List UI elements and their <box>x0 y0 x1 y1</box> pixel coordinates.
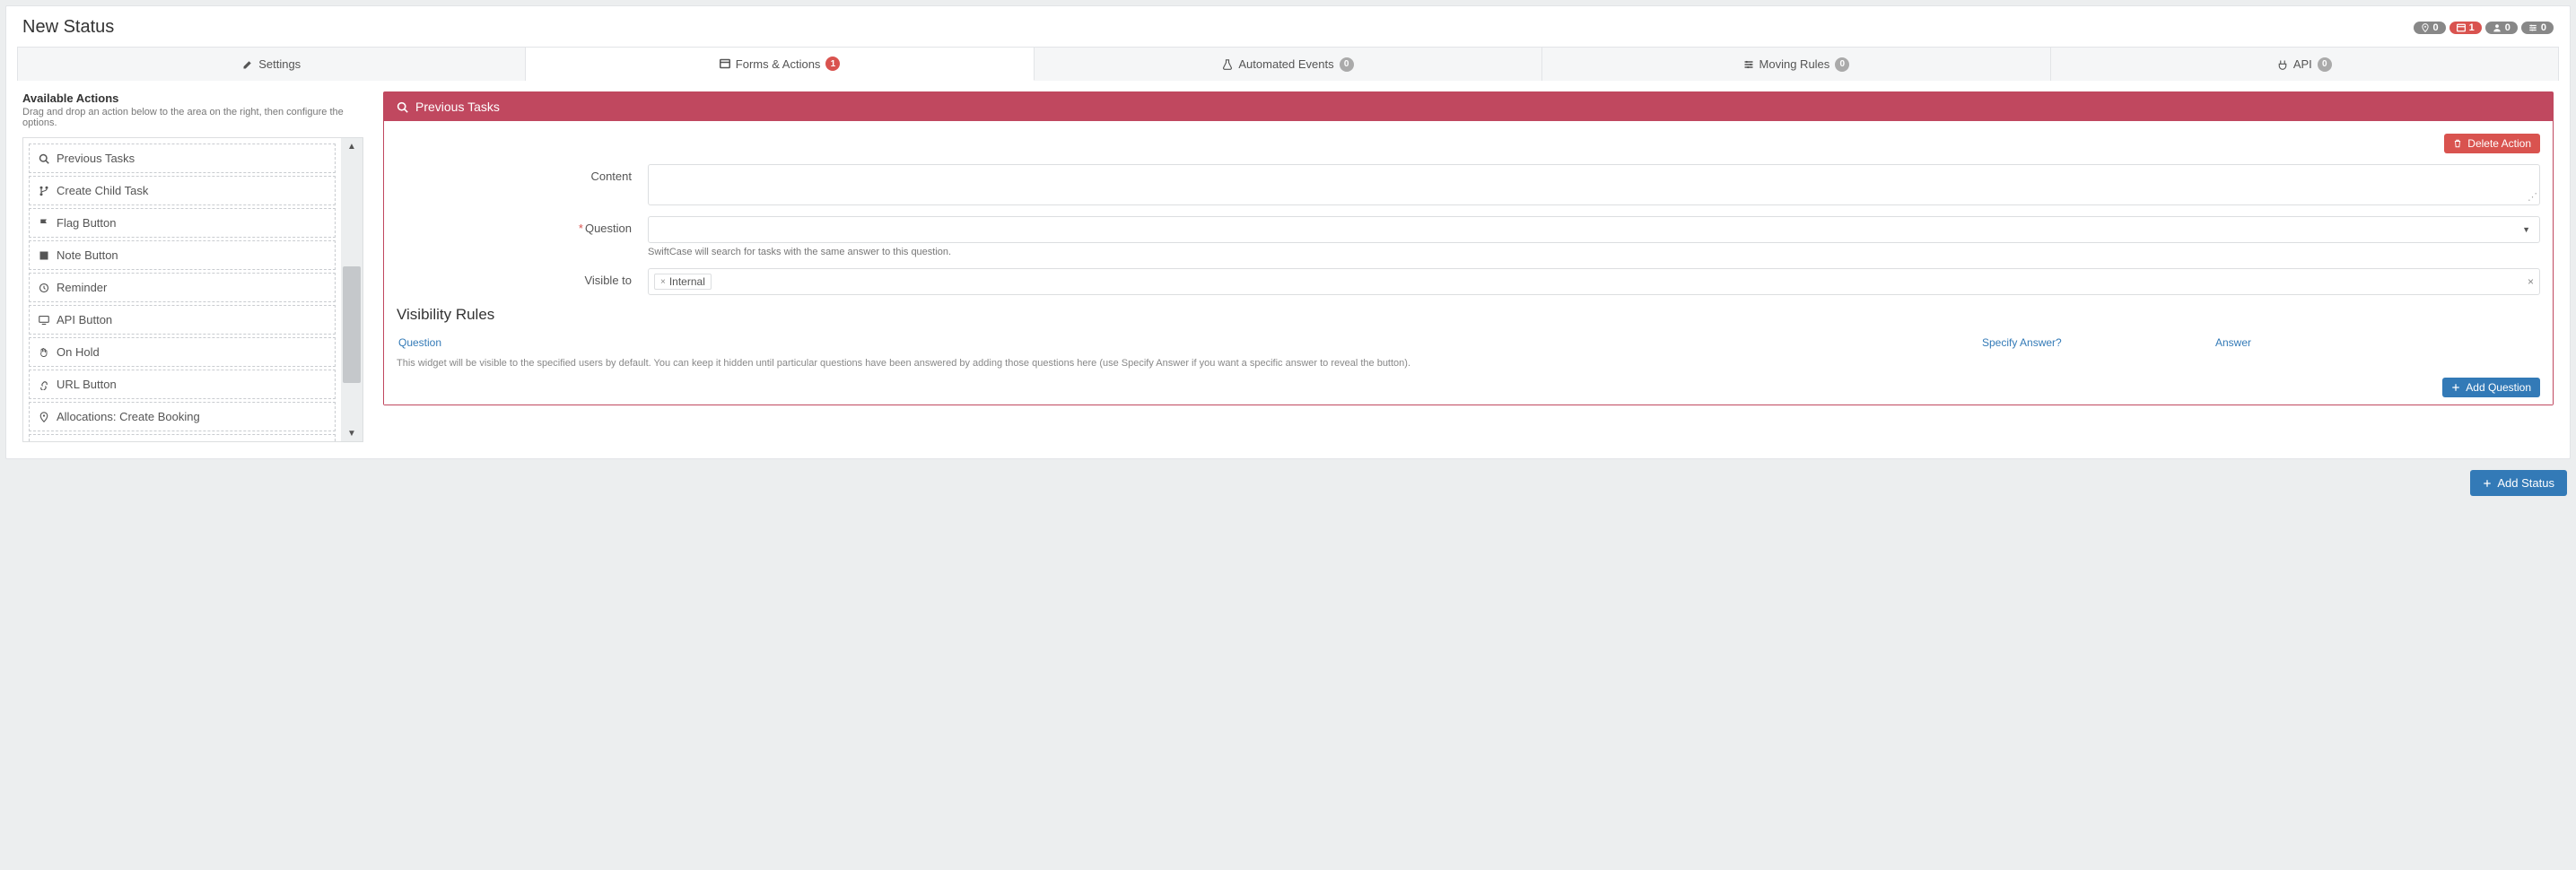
action-create-child-task[interactable]: Create Child Task <box>29 176 336 205</box>
action-previous-tasks[interactable]: Previous Tasks <box>29 144 336 173</box>
search-icon <box>39 153 49 164</box>
tabs: SettingsForms & Actions1Automated Events… <box>17 47 2559 81</box>
trash-icon <box>2453 139 2462 148</box>
available-actions-box: Previous Tasks Create Child Task Flag Butt… <box>22 137 363 442</box>
note-icon <box>39 250 49 261</box>
visible-to-tag[interactable]: × Internal <box>654 274 712 290</box>
col-specify-answer[interactable]: Specify Answer? <box>1982 336 2215 349</box>
status-editor: New Status 0100 SettingsForms & Actions1… <box>5 5 2571 459</box>
tab-api[interactable]: API0 <box>2051 47 2559 81</box>
monitor-icon <box>39 315 49 326</box>
search-icon <box>397 101 408 113</box>
clock-icon <box>39 283 49 293</box>
question-label: *Question <box>397 216 648 235</box>
col-question[interactable]: Question <box>398 336 1982 349</box>
tab-settings[interactable]: Settings <box>17 47 526 81</box>
scroll-up-arrow[interactable]: ▲ <box>341 138 362 154</box>
chevron-down-icon: ▼ <box>2522 225 2530 234</box>
tab-count-badge: 0 <box>2318 57 2332 72</box>
plus-icon <box>2451 383 2460 392</box>
action-allocations-create-booking[interactable]: Allocations: Create Booking <box>29 402 336 431</box>
tab-automated-events[interactable]: Automated Events0 <box>1035 47 1542 81</box>
visibility-rules-note: This widget will be visible to the speci… <box>397 358 2540 369</box>
header-badge[interactable]: 0 <box>2485 22 2518 34</box>
header-badge[interactable]: 1 <box>2449 22 2482 34</box>
visibility-rules-header: Question Specify Answer? Answer <box>397 331 2540 354</box>
available-actions-hint: Drag and drop an action below to the are… <box>22 107 363 128</box>
visible-to-tagbox[interactable]: × Internal × <box>648 268 2540 295</box>
edit-icon <box>242 59 253 70</box>
header-badge[interactable]: 0 <box>2521 22 2554 34</box>
sliders-icon <box>2528 23 2537 32</box>
link-icon <box>39 379 49 390</box>
config-panel-title: Previous Tasks <box>415 100 500 114</box>
branch-icon <box>39 186 49 196</box>
sliders-icon <box>1743 59 1754 70</box>
form-icon <box>2457 23 2466 32</box>
actions-scrollbar[interactable]: ▲ ▼ <box>341 138 362 441</box>
flag-icon <box>39 218 49 229</box>
tab-count-badge: 0 <box>1835 57 1849 72</box>
add-status-button[interactable]: Add Status <box>2470 470 2567 496</box>
scroll-down-arrow[interactable]: ▼ <box>341 425 362 441</box>
page-title: New Status <box>22 17 114 38</box>
pin-icon <box>39 412 49 422</box>
action-on-hold[interactable]: On Hold <box>29 337 336 367</box>
tab-count-badge: 0 <box>1340 57 1354 72</box>
question-help: SwiftCase will search for tasks with the… <box>648 247 2540 257</box>
hand-icon <box>39 347 49 358</box>
form-icon <box>720 58 730 69</box>
remove-tag-icon[interactable]: × <box>660 277 666 287</box>
delete-action-button[interactable]: Delete Action <box>2444 134 2540 153</box>
header-badges: 0100 <box>2414 22 2554 34</box>
plus-icon <box>2483 479 2492 488</box>
content-textarea[interactable]: ⋰ <box>648 164 2540 205</box>
action-api-button[interactable]: API Button <box>29 305 336 335</box>
tab-forms-actions[interactable]: Forms & Actions1 <box>526 47 1034 81</box>
tab-moving-rules[interactable]: Moving Rules0 <box>1542 47 2050 81</box>
action-note-button[interactable]: Note Button <box>29 240 336 270</box>
add-question-button[interactable]: Add Question <box>2442 378 2540 397</box>
header-badge[interactable]: 0 <box>2414 22 2446 34</box>
clear-tags-icon[interactable]: × <box>2528 275 2534 288</box>
action-reminder[interactable]: Reminder <box>29 273 336 302</box>
col-answer[interactable]: Answer <box>2215 336 2538 349</box>
action-flag-button[interactable]: Flag Button <box>29 208 336 238</box>
user-icon <box>2493 23 2502 32</box>
action-config-panel: Previous Tasks Delete Action Content <box>383 91 2554 405</box>
config-panel-header: Previous Tasks <box>384 92 2553 121</box>
action-url-button[interactable]: URL Button <box>29 370 336 399</box>
tab-count-badge: 1 <box>825 57 840 71</box>
action-list-documents[interactable]: List Documents <box>29 434 336 441</box>
flask-icon <box>1222 59 1233 70</box>
available-actions-title: Available Actions <box>22 91 363 105</box>
content-label: Content <box>397 164 648 183</box>
question-select[interactable]: ▼ <box>648 216 2540 243</box>
visible-to-label: Visible to <box>397 268 648 287</box>
visibility-rules-title: Visibility Rules <box>397 306 2540 324</box>
pin-icon <box>2421 23 2430 32</box>
plug-icon <box>2277 59 2288 70</box>
scroll-thumb[interactable] <box>343 266 361 383</box>
